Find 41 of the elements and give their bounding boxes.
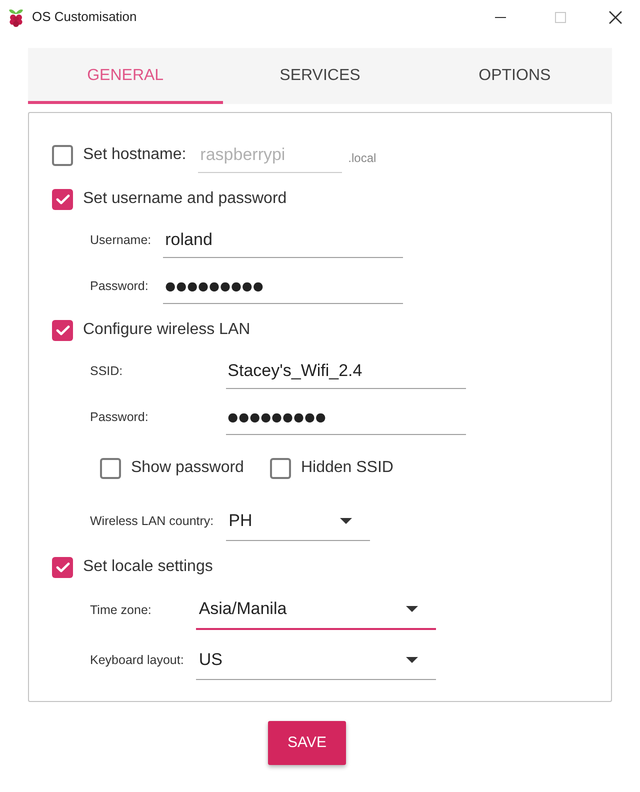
field-label: SSID: — [90, 362, 124, 380]
field-label: Wireless LAN country: — [90, 512, 214, 530]
field-label: Username: — [90, 232, 152, 249]
checkbox[interactable] — [270, 458, 291, 478]
password-field[interactable]: ●●●●●●●●● — [226, 399, 466, 435]
checkmark-icon — [56, 324, 70, 336]
field-label: Time zone: — [90, 602, 152, 619]
option-label: Hidden SSID — [300, 458, 394, 478]
dropdown[interactable]: PH — [226, 501, 370, 541]
section-label: Set locale settings — [83, 557, 213, 577]
field-label: Keyboard layout: — [90, 652, 184, 669]
checkbox[interactable] — [100, 458, 121, 478]
checkbox[interactable] — [52, 320, 73, 340]
checkmark-icon — [56, 194, 70, 204]
window-title: OS Customisation — [32, 8, 137, 26]
password-field[interactable]: ●●●●●●●●● — [163, 268, 404, 304]
field-label: Password: — [90, 278, 150, 295]
tab[interactable]: OPTIONS — [417, 48, 612, 104]
save-button[interactable]: SAVE — [268, 721, 346, 765]
field-label: Password: — [90, 408, 150, 426]
maximize-icon — [554, 12, 566, 22]
caret-icon — [406, 656, 418, 662]
text-field[interactable]: Stacey's_Wifi_2.4 — [226, 353, 466, 389]
text-field[interactable]: roland — [163, 222, 404, 258]
checkbox[interactable] — [52, 188, 73, 210]
caret-icon — [340, 518, 352, 524]
domain-suffix: .local — [348, 150, 376, 167]
section-label: Set username and password — [83, 189, 287, 209]
tab[interactable]: SERVICES — [222, 48, 418, 104]
checkbox[interactable] — [52, 144, 73, 166]
section-label: Set hostname: — [83, 145, 186, 165]
caret-icon — [406, 606, 418, 612]
checkbox[interactable] — [52, 556, 73, 578]
raspberry-icon — [8, 8, 24, 26]
section-label: Configure wireless LAN — [83, 320, 250, 340]
dropdown[interactable]: Asia/Manila — [196, 590, 436, 630]
minimize-icon — [494, 16, 506, 18]
dropdown[interactable]: US — [196, 640, 436, 680]
option-label: Show password — [131, 458, 244, 478]
close-icon — [608, 10, 622, 24]
checkmark-icon — [56, 562, 70, 572]
